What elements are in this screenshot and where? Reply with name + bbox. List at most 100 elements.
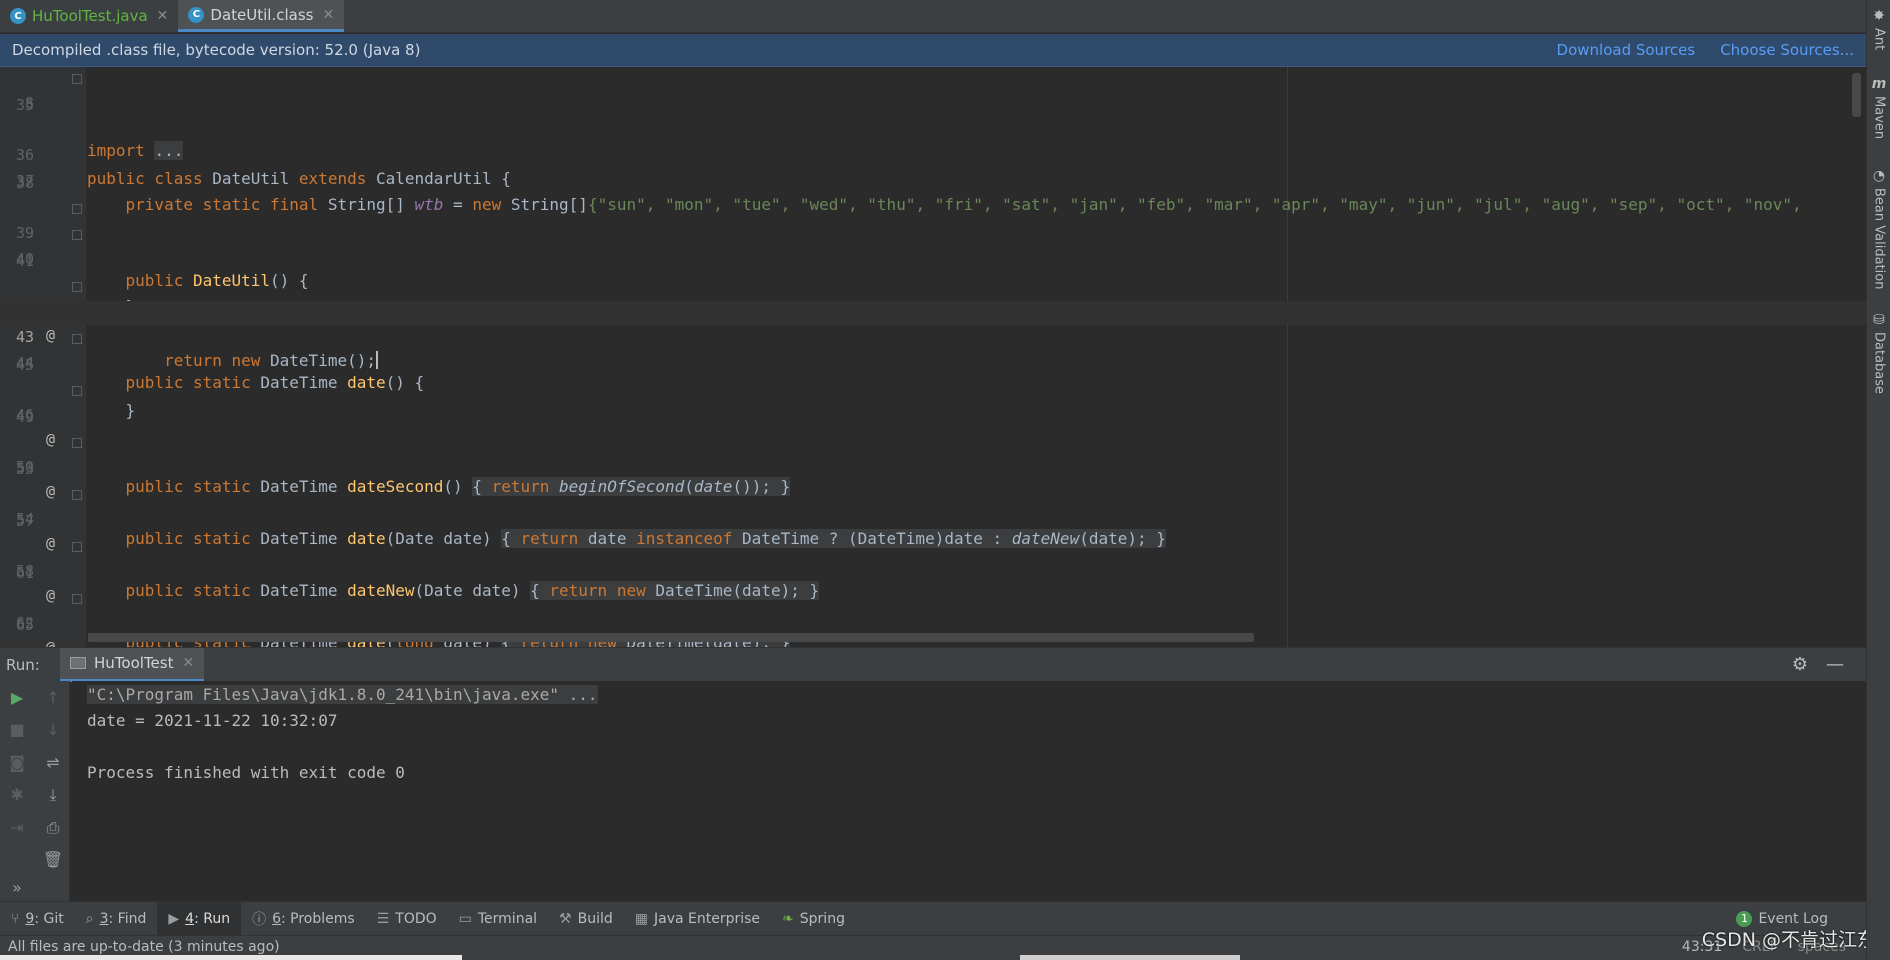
gear-icon[interactable]: ⚙: [1792, 654, 1808, 675]
run-label: Run:: [6, 655, 40, 674]
tool-problems[interactable]: ⓘ 6: Problems: [241, 902, 366, 936]
right-tool-sidebar: ✸ Ant m Maven ◔ Bean Validation ⛁ Databa…: [1866, 0, 1890, 960]
close-icon[interactable]: ✕: [322, 7, 334, 23]
git-branch-icon: ⑂: [11, 910, 20, 927]
close-icon[interactable]: ✕: [157, 8, 169, 24]
fold-icon[interactable]: [72, 282, 82, 292]
fold-icon[interactable]: [72, 594, 82, 604]
code-editor[interactable]: 8 import ... 35 36 public class DateUtil…: [0, 67, 1866, 647]
code-line: 58 @ public static DateTime date(long da…: [0, 535, 1866, 647]
fold-icon[interactable]: [72, 438, 82, 448]
down-arrow-icon[interactable]: ↓: [42, 719, 64, 741]
hammer-icon: ⚒: [559, 910, 572, 927]
status-message[interactable]: All files are up-to-date (3 minutes ago): [8, 939, 280, 955]
line-number: 35: [15, 96, 34, 114]
line-number: 61: [15, 564, 34, 582]
sidebar-label: Bean Validation: [1871, 188, 1887, 290]
tool-label: : Git: [34, 910, 64, 927]
tab-dateutil-class[interactable]: C DateUtil.class ✕: [178, 0, 345, 32]
java-class-icon: C: [10, 8, 26, 24]
choose-sources-link[interactable]: Choose Sources...: [1720, 41, 1854, 59]
shortcut-key: 6: [272, 910, 281, 927]
rerun-icon[interactable]: ▶: [6, 687, 28, 709]
tool-window-bar: ⑂ 9: Git ⌕ 3: Find ▶ 4: Run ⓘ 6: Problems ☰ T…: [0, 901, 1866, 936]
line-number: 53: [15, 460, 34, 478]
tool-label: Terminal: [477, 910, 538, 927]
tool-run[interactable]: ▶ 4: Run: [157, 901, 242, 936]
code-line: 54 @ public static DateTime dateNew(Date…: [0, 483, 1866, 600]
exit-icon[interactable]: ⇥: [6, 817, 28, 839]
fold-icon[interactable]: [72, 334, 82, 344]
horizontal-scrollbar[interactable]: [88, 633, 1254, 642]
fold-icon[interactable]: [72, 386, 82, 396]
enterprise-icon: ▦: [634, 910, 648, 927]
spring-leaf-icon: ❧: [782, 910, 794, 927]
tool-git[interactable]: ⑂ 9: Git: [0, 902, 75, 936]
code-line: 41: [0, 249, 1866, 273]
taskbar-strip: [0, 955, 462, 960]
code-line: 37 private static final String[] wtb = n…: [0, 145, 1866, 214]
maven-icon: m: [1871, 76, 1887, 92]
tool-todo[interactable]: ☰ TODO: [366, 902, 448, 936]
fold-icon[interactable]: [72, 230, 82, 240]
code-line: 35: [0, 93, 1866, 117]
code-line: 45: [0, 353, 1866, 377]
shortcut-key: 9: [25, 910, 35, 927]
run-console[interactable]: "C:\Program Files\Java\jdk1.8.0_241\bin\…: [72, 681, 1866, 901]
code-line: 61: [0, 561, 1866, 585]
terminal-icon: ▭: [458, 910, 472, 927]
tool-label: Java Enterprise: [654, 910, 761, 927]
vertical-scrollbar[interactable]: [1852, 73, 1861, 117]
code-line: 50 @ public static DateTime date(Date da…: [0, 431, 1866, 548]
fold-icon[interactable]: [72, 74, 82, 84]
tool-java-enterprise[interactable]: ▦ Java Enterprise: [624, 902, 771, 936]
run-icon: ▶: [168, 910, 180, 927]
tab-label: DateUtil.class: [210, 5, 314, 24]
minimize-icon[interactable]: —: [1826, 654, 1844, 675]
sidebar-item-maven[interactable]: m Maven: [1867, 76, 1890, 139]
debug-icon[interactable]: ✱: [6, 784, 28, 806]
code-line: 53: [0, 457, 1866, 481]
console-command[interactable]: "C:\Program Files\Java\jdk1.8.0_241\bin\…: [87, 685, 598, 704]
print-icon[interactable]: ⎙: [42, 817, 64, 839]
code-line: 46 @ public static DateTime dateSecond()…: [0, 379, 1866, 496]
sidebar-item-database[interactable]: ⛁ Database: [1867, 312, 1890, 394]
sidebar-item-bean-validation[interactable]: ◔ Bean Validation: [1867, 168, 1890, 289]
camera-icon[interactable]: ◙: [6, 752, 28, 774]
shortcut-key: 4: [185, 910, 195, 927]
fold-icon[interactable]: [72, 542, 82, 552]
scroll-to-end-icon[interactable]: ⤓: [42, 784, 64, 806]
tab-hutooltest-java[interactable]: C HuTool­Test.java ✕: [0, 0, 178, 32]
code-line-current: 43 return new DateTime();: [0, 301, 1866, 370]
code-line: 8 import ...: [0, 67, 1866, 160]
tab-label: HuTool­Test.java: [32, 7, 148, 25]
tool-label: Build: [577, 910, 613, 927]
download-sources-link[interactable]: Download Sources: [1557, 41, 1696, 59]
sidebar-label: Maven: [1871, 96, 1887, 140]
tool-find[interactable]: ⌕ 3: Find: [75, 902, 158, 936]
close-icon[interactable]: ✕: [182, 655, 194, 671]
line-number: 57: [15, 512, 34, 530]
run-toolbar: ▶ ↑ ■ ↓ ◙ ⇌ ✱ ⤓ ⇥ ⎙ 🗑 »: [0, 681, 70, 901]
fold-icon[interactable]: [72, 204, 82, 214]
expand-more-icon[interactable]: »: [6, 877, 28, 899]
line-number: 49: [15, 408, 34, 426]
tool-spring[interactable]: ❧ Spring: [771, 902, 856, 936]
soft-wrap-icon[interactable]: ⇌: [42, 752, 64, 774]
line-number: 41: [15, 252, 34, 270]
bean-icon: ◔: [1872, 168, 1886, 184]
console-line: date = 2021-11-22 10:32:07: [87, 711, 338, 730]
tool-terminal[interactable]: ▭ Terminal: [448, 902, 548, 936]
code-line: 57: [0, 509, 1866, 533]
compiled-class-icon: C: [188, 6, 205, 23]
stop-icon[interactable]: ■: [6, 719, 28, 741]
run-tab-hutooltest[interactable]: HuToolTest ✕: [60, 647, 205, 682]
sidebar-item-ant[interactable]: ✸ Ant: [1867, 8, 1890, 50]
up-arrow-icon[interactable]: ↑: [42, 687, 64, 709]
database-icon: ⛁: [1873, 312, 1885, 328]
tool-build[interactable]: ⚒ Build: [548, 902, 624, 936]
tool-label: Spring: [799, 910, 845, 927]
trash-icon[interactable]: 🗑: [42, 849, 64, 871]
code-line: 38: [0, 171, 1866, 195]
fold-icon[interactable]: [72, 490, 82, 500]
